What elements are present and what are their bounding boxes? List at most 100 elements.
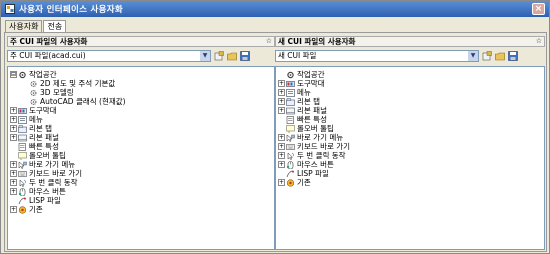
tree-node-label: LISP 파일 (297, 169, 329, 178)
tree-node[interactable]: + 바로 가기 메뉴 (10, 160, 274, 169)
tree-node[interactable]: 작업공간 (278, 70, 544, 79)
app-icon (5, 4, 15, 14)
collapse-icon[interactable]: ☆ (536, 37, 544, 46)
mouse-icon (286, 160, 294, 169)
tree-node[interactable]: + 키보드 바로 가기 (10, 169, 274, 178)
expand-icon[interactable]: + (278, 80, 285, 87)
collapse-tree-icon[interactable]: ⊟ (10, 71, 17, 78)
tree-node-label: 마우스 버튼 (29, 187, 66, 196)
save-icon[interactable] (508, 51, 518, 61)
tree-node[interactable]: + 두 번 클릭 동작 (278, 151, 544, 160)
close-button[interactable]: × (532, 3, 545, 15)
tree-node[interactable]: 3D 모델링 (10, 88, 274, 97)
quick-props-icon (18, 142, 26, 151)
tree-node-label: 바로 가기 메뉴 (29, 160, 76, 169)
expand-icon[interactable]: + (278, 161, 285, 168)
tree-node-label: 기존 (29, 205, 43, 214)
right-panel-header[interactable]: 새 CUI 파일의 사용자화 ☆ (275, 36, 545, 47)
tree-node-label: 바로 가기 메뉴 (297, 133, 344, 142)
expand-icon[interactable]: + (10, 170, 17, 177)
tree-node-label: 두 번 클릭 동작 (29, 178, 78, 187)
tree-node[interactable]: + 마우스 버튼 (278, 160, 544, 169)
tree-node-label: 도구막대 (29, 106, 57, 115)
folder-icon[interactable] (495, 51, 505, 61)
tree-node[interactable]: 롤오버 툴팁 (278, 124, 544, 133)
folder-icon[interactable] (227, 51, 237, 61)
tree-node-label: 롤오버 툴팁 (297, 124, 334, 133)
expand-icon[interactable]: + (10, 188, 17, 195)
expand-icon[interactable]: + (10, 179, 17, 186)
tree-node[interactable]: LISP 파일 (278, 169, 544, 178)
tree-node[interactable]: + 기존 (278, 178, 544, 187)
expand-icon[interactable]: + (10, 134, 17, 141)
shortcut-menu-icon (18, 160, 27, 169)
tree-node[interactable]: + 마우스 버튼 (10, 187, 274, 196)
tree-node-label: 마우스 버튼 (297, 160, 334, 169)
tree-node-label: 빠른 특성 (297, 115, 327, 124)
tree-node-label: 빠른 특성 (29, 142, 59, 151)
title-bar[interactable]: 사용자 인터페이스 사용자화 × (1, 1, 549, 17)
mouse-icon (18, 187, 26, 196)
ribbon-panel-icon (18, 134, 27, 141)
tree-node[interactable]: + 도구막대 (10, 106, 274, 115)
right-toolbar: 새 CUI 파일 ▼ (275, 49, 545, 63)
tree-node[interactable]: 빠른 특성 (10, 142, 274, 151)
expand-icon[interactable]: + (278, 134, 285, 141)
tree-node[interactable]: + 도구막대 (278, 79, 544, 88)
left-file-select[interactable]: 주 CUI 파일(acad.cui) ▼ (7, 50, 211, 62)
gear-icon (30, 89, 37, 96)
expand-icon[interactable]: + (278, 89, 285, 96)
tree-node[interactable]: 롤오버 툴팁 (10, 151, 274, 160)
tree-node[interactable]: AutoCAD 클래식 (현재값) (10, 97, 274, 106)
tree-node[interactable]: + 메뉴 (278, 88, 544, 97)
left-file-select-value: 주 CUI 파일(acad.cui) (10, 51, 86, 60)
expand-icon[interactable]: + (278, 179, 285, 186)
left-panel: 주 CUI 파일의 사용자화 ☆ 주 CUI 파일(acad.cui) ▼ ⊟ 작… (7, 36, 275, 250)
expand-icon[interactable]: + (278, 152, 285, 159)
keyboard-icon (286, 143, 295, 150)
tree-node-label: 리본 패널 (297, 106, 327, 115)
tree-node-label: 두 번 클릭 동작 (297, 151, 346, 160)
menu-icon (286, 88, 295, 97)
tree-node-label: 3D 모델링 (40, 88, 74, 97)
tree-node[interactable]: + 리본 패널 (10, 133, 274, 142)
right-panel: 새 CUI 파일의 사용자화 ☆ 새 CUI 파일 ▼ 작업공간 + 도구막대 + 메뉴… (275, 36, 545, 250)
tree-node[interactable]: + 리본 탭 (10, 124, 274, 133)
tree-node[interactable]: 2D 제도 및 주석 기본값 (10, 79, 274, 88)
tree-node[interactable]: + 리본 탭 (278, 97, 544, 106)
right-file-select[interactable]: 새 CUI 파일 ▼ (275, 50, 479, 62)
left-panel-header[interactable]: 주 CUI 파일의 사용자화 ☆ (7, 36, 275, 47)
expand-icon[interactable]: + (278, 143, 285, 150)
lisp-icon (286, 170, 294, 177)
toolbar-icon (18, 107, 27, 114)
expand-icon[interactable]: + (10, 116, 17, 123)
expand-icon[interactable]: + (10, 161, 17, 168)
tree-node[interactable]: + 두 번 클릭 동작 (10, 178, 274, 187)
collapse-icon[interactable]: ☆ (266, 37, 274, 46)
tree-node[interactable]: + 기존 (10, 205, 274, 214)
tree-node[interactable]: + 키보드 바로 가기 (278, 142, 544, 151)
right-panel-title: 새 CUI 파일의 사용자화 (278, 37, 356, 46)
expand-icon[interactable]: + (278, 107, 285, 114)
save-icon[interactable] (240, 51, 250, 61)
cui-dialog: 사용자 인터페이스 사용자화 × 사용자화 전송 주 CUI 파일의 사용자화 … (0, 0, 550, 254)
chevron-down-icon[interactable]: ▼ (200, 51, 210, 61)
chevron-down-icon[interactable]: ▼ (468, 51, 478, 61)
expand-icon[interactable]: + (10, 125, 17, 132)
left-panel-title: 주 CUI 파일의 사용자화 (10, 37, 88, 46)
expand-icon[interactable]: + (10, 107, 17, 114)
open-file-icon[interactable] (214, 51, 224, 61)
tree-node[interactable]: 빠른 특성 (278, 115, 544, 124)
left-tree: ⊟ 작업공간 2D 제도 및 주석 기본값 3D 모델링 AutoCAD 클래식 (현재… (7, 66, 275, 250)
expand-icon[interactable]: + (10, 206, 17, 213)
tree-node-label: LISP 파일 (29, 196, 61, 205)
expand-icon[interactable]: + (278, 98, 285, 105)
tree-node[interactable]: + 리본 패널 (278, 106, 544, 115)
tree-node[interactable]: LISP 파일 (10, 196, 274, 205)
open-file-icon[interactable] (482, 51, 492, 61)
tree-node[interactable]: ⊟ 작업공간 (10, 70, 274, 79)
double-click-icon (287, 151, 294, 160)
gear-icon (30, 80, 37, 87)
tree-node[interactable]: + 바로 가기 메뉴 (278, 133, 544, 142)
tree-node[interactable]: + 메뉴 (10, 115, 274, 124)
